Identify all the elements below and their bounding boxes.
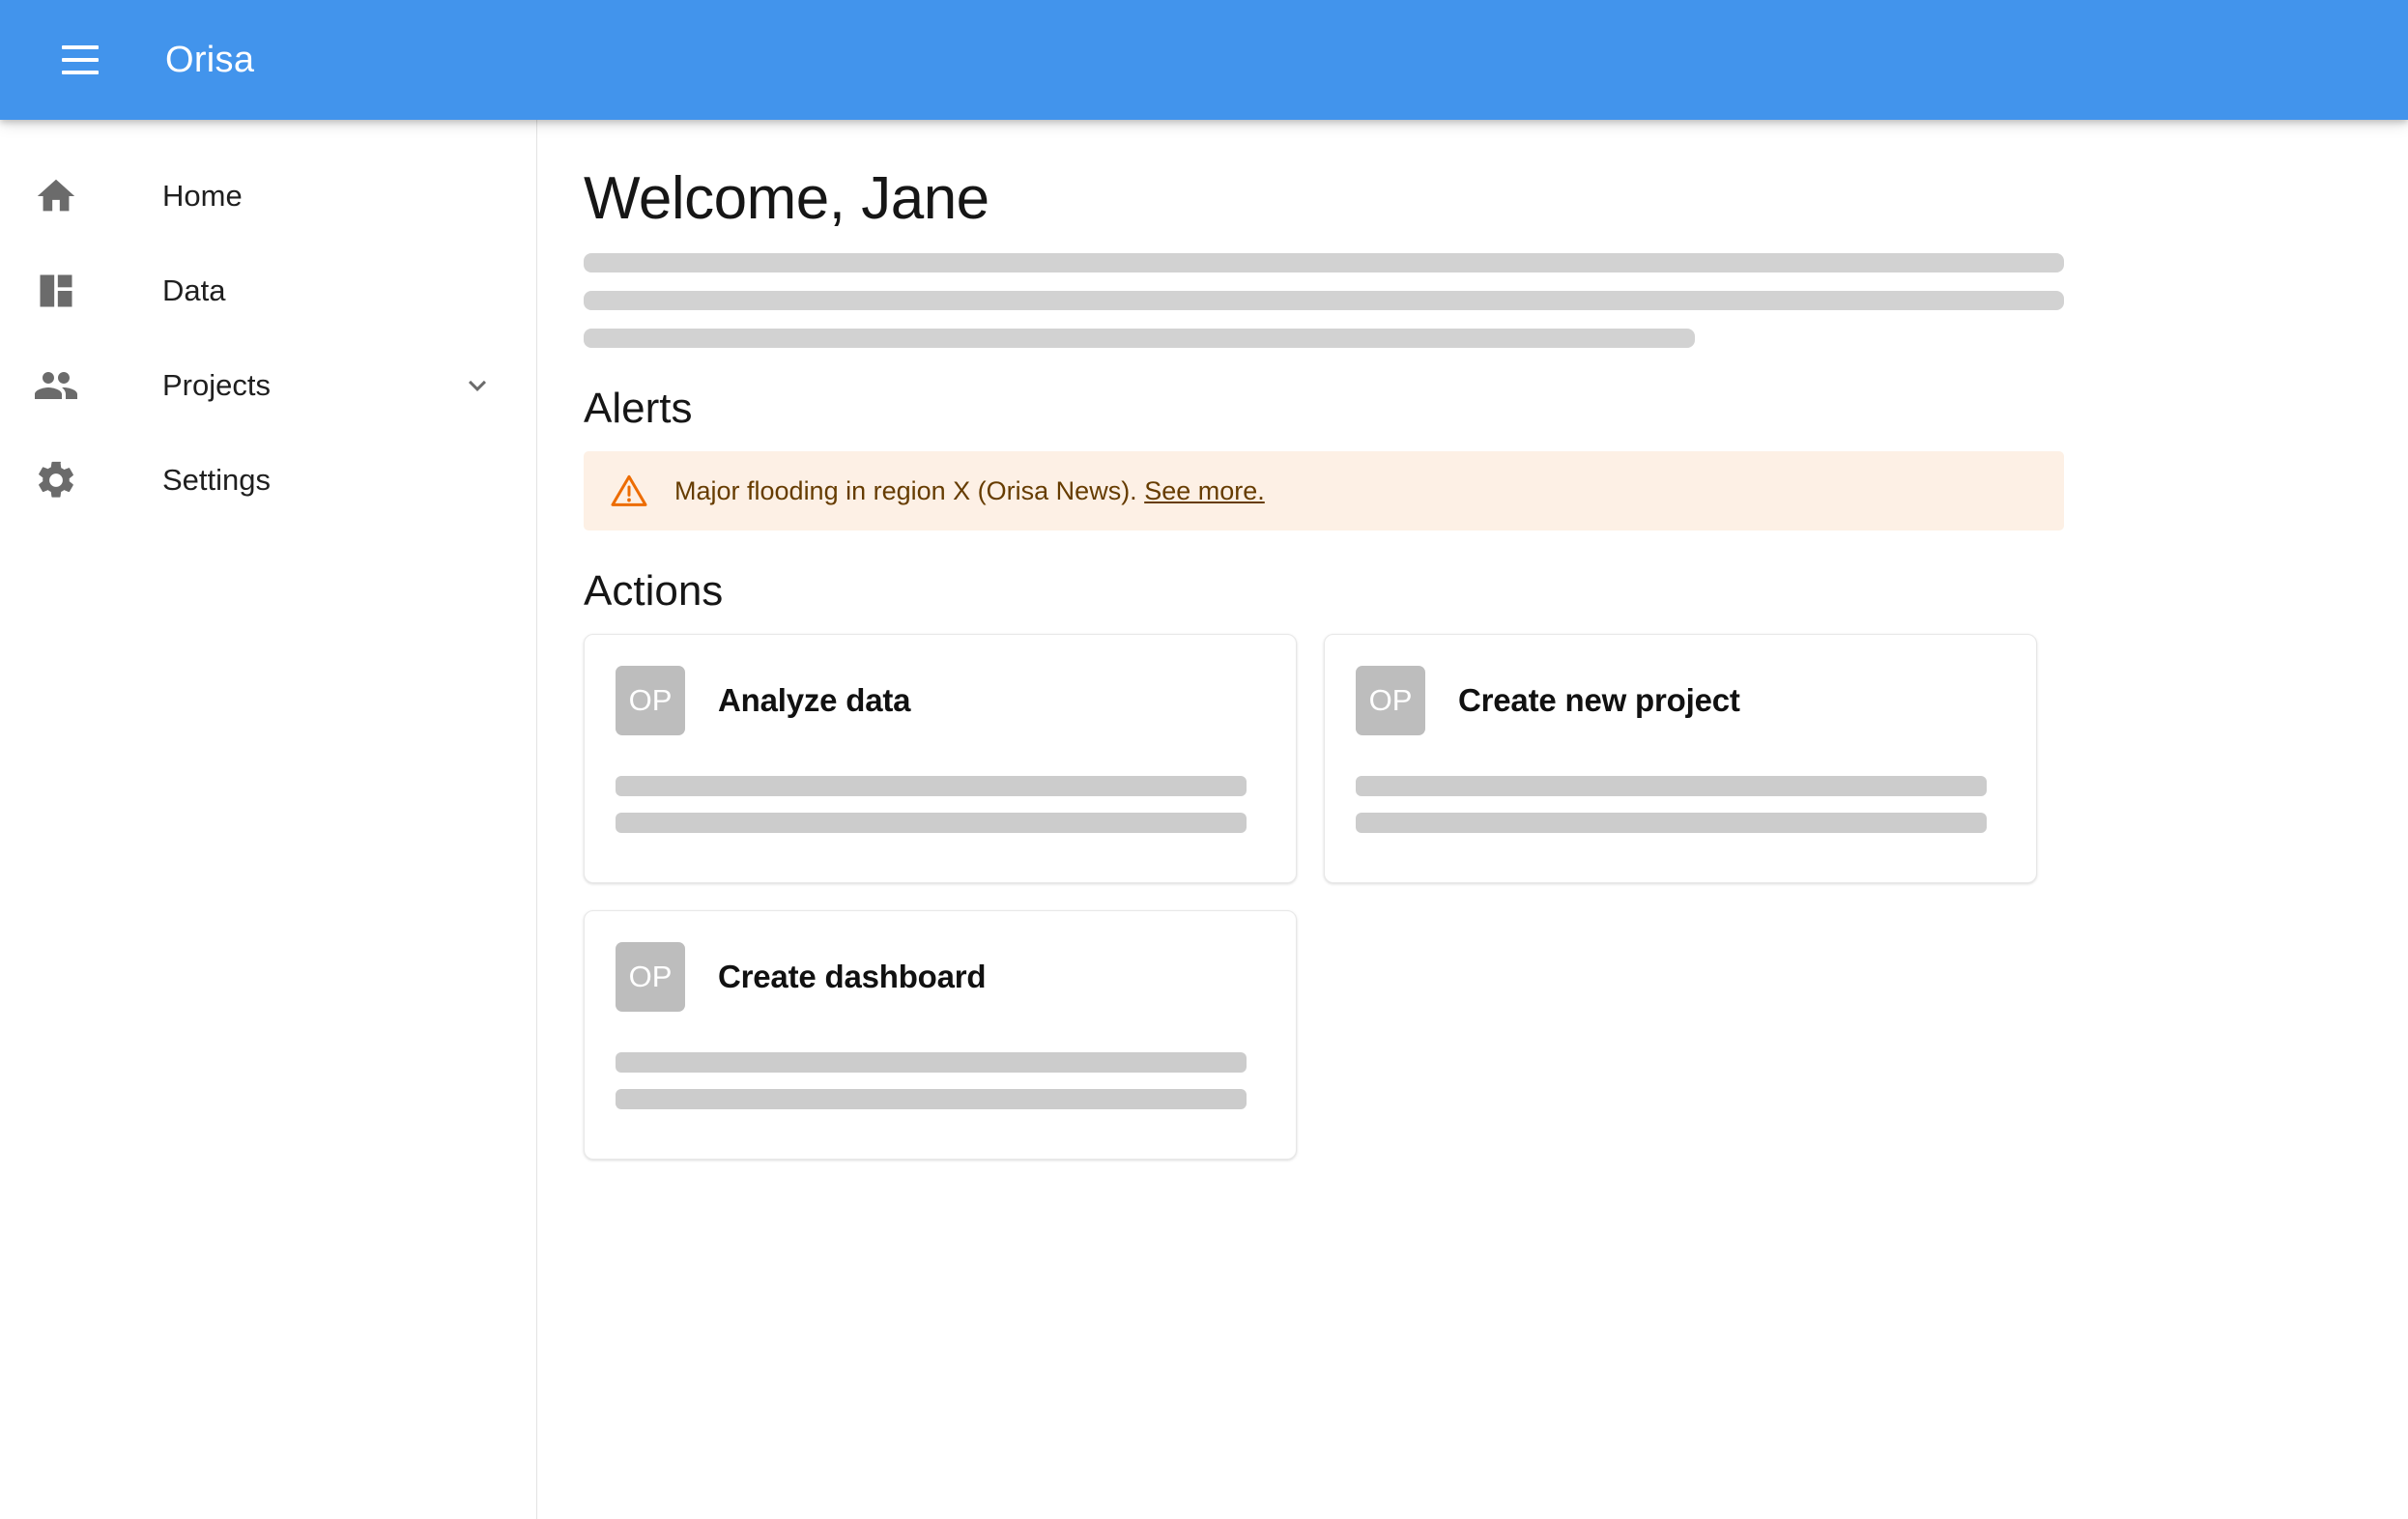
sidebar-item-label-projects: Projects	[162, 368, 271, 402]
actions-section-title: Actions	[584, 567, 724, 616]
card-placeholder-line-1	[616, 776, 1247, 797]
alert-message: Major flooding in region X (Orisa News).	[674, 475, 1137, 505]
alert-message-wrapper: Major flooding in region X (Orisa News).…	[674, 472, 1265, 511]
intro-placeholder-line-2	[584, 291, 2064, 311]
card-title: Analyze data	[718, 682, 911, 719]
intro-placeholder-line-1	[584, 253, 2064, 273]
card-placeholder-line-1	[1356, 776, 1987, 797]
card-placeholder-line-2	[616, 1089, 1247, 1110]
card-header: OP Analyze data	[616, 666, 1265, 736]
hamburger-bar-1	[62, 45, 99, 49]
hamburger-menu-icon[interactable]	[43, 23, 117, 97]
app-body: Home Data Projects Settings Welcome, Jan…	[0, 120, 2408, 1519]
action-card-create-new-project[interactable]: OP Create new project	[1324, 634, 2037, 884]
card-title: Create dashboard	[718, 959, 987, 995]
app-bar: Orisa	[0, 0, 2408, 120]
hamburger-bar-3	[62, 71, 99, 74]
see-more-link[interactable]: See more.	[1144, 476, 1265, 505]
card-placeholder-line-2	[616, 813, 1247, 834]
people-icon	[29, 358, 83, 413]
card-header: OP Create dashboard	[616, 942, 1265, 1013]
sidebar: Home Data Projects Settings	[0, 120, 537, 1519]
avatar: OP	[616, 942, 685, 1013]
sidebar-item-label-settings: Settings	[162, 463, 272, 497]
sidebar-item-label-home: Home	[162, 179, 243, 213]
sidebar-item-settings[interactable]: Settings	[0, 433, 536, 528]
card-header: OP Create new project	[1356, 666, 2005, 736]
avatar: OP	[616, 666, 685, 736]
intro-placeholder-line-3	[584, 329, 1695, 349]
main-content: Welcome, Jane Alerts Major flooding in r…	[537, 120, 2408, 1519]
gear-icon	[29, 453, 83, 507]
card-placeholder-line-2	[1356, 813, 1987, 834]
app-title: Orisa	[165, 39, 255, 80]
sidebar-item-data[interactable]: Data	[0, 244, 536, 338]
page-title: Welcome, Jane	[584, 165, 989, 232]
sidebar-item-label-data: Data	[162, 273, 226, 307]
warning-triangle-icon	[609, 471, 649, 511]
action-card-analyze-data[interactable]: OP Analyze data	[584, 634, 1297, 884]
chevron-down-icon[interactable]	[457, 365, 498, 406]
sidebar-item-home[interactable]: Home	[0, 149, 536, 244]
avatar: OP	[1356, 666, 1425, 736]
dashboard-icon	[29, 264, 83, 318]
content-column: Welcome, Jane Alerts Major flooding in r…	[584, 165, 2064, 1161]
home-icon	[29, 169, 83, 223]
warning-alert: Major flooding in region X (Orisa News).…	[584, 451, 2064, 531]
card-placeholder-line-1	[616, 1052, 1247, 1074]
alerts-section-title: Alerts	[584, 385, 693, 433]
action-card-create-dashboard[interactable]: OP Create dashboard	[584, 910, 1297, 1161]
action-cards-grid: OP Analyze data OP Create new project OP…	[584, 634, 2064, 1161]
card-title: Create new project	[1458, 682, 1740, 719]
hamburger-bar-2	[62, 58, 99, 62]
sidebar-item-projects[interactable]: Projects	[0, 338, 536, 433]
